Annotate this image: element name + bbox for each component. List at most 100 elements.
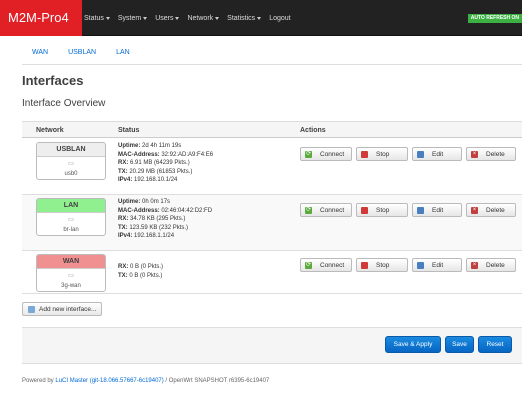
interface-badge[interactable]: WAN ▭ 3g-wan <box>36 254 106 292</box>
delete-button[interactable]: × Delete <box>466 258 516 272</box>
reset-button[interactable]: Reset <box>478 336 512 353</box>
stop-icon <box>361 261 368 269</box>
tab-usblan[interactable]: USBLAN <box>58 43 106 65</box>
status-line: IPv4: 192.168.10.1/24 <box>118 176 213 185</box>
menu-logout[interactable]: Logout <box>269 15 290 22</box>
status-line: RX: 6.91 MB (64239 Pkts.) <box>118 159 213 168</box>
connect-label: Connect <box>320 261 345 269</box>
interface-status: Uptime: 2d 4h 11m 19s MAC-Address: 32:92:… <box>118 142 213 185</box>
interface-device: br-lan <box>63 227 79 233</box>
delete-button[interactable]: × Delete <box>466 203 516 217</box>
chevron-down-icon <box>105 16 110 20</box>
connect-button[interactable]: ⟳ Connect <box>300 203 352 217</box>
delete-icon: × <box>471 150 478 158</box>
status-value: 123.59 KB (232 Pkts.) <box>129 224 189 231</box>
tab-wan[interactable]: WAN <box>22 43 58 65</box>
save-button[interactable]: Save <box>445 336 474 353</box>
status-line: IPv4: 192.168.1.1/24 <box>118 232 212 241</box>
status-value: 0 B (0 Pkts.) <box>130 264 164 270</box>
delete-icon: × <box>471 261 478 269</box>
interface-device: 3g-wan <box>61 283 81 289</box>
auto-refresh-badge[interactable]: AUTO REFRESH ON <box>467 14 522 23</box>
menu-status-label: Status <box>84 14 104 22</box>
brand-logo[interactable]: M2M-Pro4 <box>0 0 82 36</box>
interface-row-lan: LAN ▭ br-lan Uptime: 0h 0m 17s MAC-Addres… <box>22 195 522 251</box>
status-line: TX: 20.29 MB (61853 Pkts.) <box>118 168 213 177</box>
status-label: TX: <box>118 272 128 279</box>
status-value: 02:46:04:42:D2:FD <box>161 207 213 214</box>
edit-icon <box>417 206 424 214</box>
interface-row-usblan: USBLAN ▭ usb0 Uptime: 2d 4h 11m 19s MAC-A… <box>22 139 522 195</box>
status-value: 2d 4h 11m 19s <box>142 143 182 149</box>
interface-row-wan: WAN ▭ 3g-wan RX: 0 B (0 Pkts.) TX: 0 B (0… <box>22 251 522 294</box>
openwrt-version: / OpenWrt SNAPSHOT r6395-6c19407 <box>163 378 270 384</box>
powered-by-prefix: Powered by <box>22 378 56 384</box>
edit-label: Edit <box>432 206 444 214</box>
tab-lan[interactable]: LAN <box>106 43 140 65</box>
status-value: 32:92:AD:A9:F4:E6 <box>161 151 214 158</box>
status-label: RX: <box>118 160 129 166</box>
ethernet-port-icon: ▭ <box>68 161 74 167</box>
menu-system[interactable]: System <box>117 14 148 22</box>
status-value: 20.29 MB (61853 Pkts.) <box>129 168 193 175</box>
menu-users[interactable]: Users <box>155 14 180 22</box>
edit-label: Edit <box>432 261 444 269</box>
status-line: MAC-Address: 32:92:AD:A9:F4:E6 <box>118 151 213 160</box>
save-apply-button[interactable]: Save & Apply <box>385 336 441 353</box>
main-menu: Status System Users Network Statistics L… <box>84 0 299 36</box>
connect-label: Connect <box>320 206 345 214</box>
stop-button[interactable]: Stop <box>356 147 408 161</box>
interface-status: Uptime: 0h 0m 17s MAC-Address: 02:46:04:4… <box>118 198 212 241</box>
reconnect-icon: ⟳ <box>305 150 312 158</box>
stop-button[interactable]: Stop <box>356 203 408 217</box>
interface-actions: ⟳ Connect Stop Edit × Delete <box>300 147 520 161</box>
status-value: 192.168.1.1/24 <box>134 233 175 239</box>
status-line: MAC-Address: 02:46:04:42:D2:FD <box>118 207 212 216</box>
interface-name: LAN <box>37 199 105 213</box>
add-icon <box>28 305 35 313</box>
table-header: Network Status Actions <box>22 121 522 138</box>
menu-status[interactable]: Status <box>84 15 110 22</box>
stop-icon <box>361 150 368 158</box>
status-label: RX: <box>118 264 129 270</box>
edit-button[interactable]: Edit <box>412 147 462 161</box>
menu-network[interactable]: Network <box>187 15 220 22</box>
section-title: Interface Overview <box>22 98 106 109</box>
status-line: RX: 34.78 KB (295 Pkts.) <box>118 215 212 224</box>
status-line: Uptime: 2d 4h 11m 19s <box>118 142 213 151</box>
luci-version-link[interactable]: LuCI Master (git-18.066.57667-6c19407) <box>55 378 163 384</box>
edit-button[interactable]: Edit <box>412 203 462 217</box>
connect-button[interactable]: ⟳ Connect <box>300 258 352 272</box>
status-line: Uptime: 0h 0m 17s <box>118 198 212 207</box>
status-label: TX: <box>118 168 128 175</box>
stop-label: Stop <box>376 206 390 214</box>
stop-button[interactable]: Stop <box>356 258 408 272</box>
edit-icon <box>417 261 424 269</box>
menu-users-label: Users <box>155 14 174 22</box>
connect-label: Connect <box>320 150 345 158</box>
interface-tabs: WAN USBLAN LAN <box>22 43 140 65</box>
chevron-down-icon <box>257 16 262 20</box>
menu-statistics[interactable]: Statistics <box>227 15 262 22</box>
status-value: 0 B (0 Pkts.) <box>129 272 163 279</box>
reconnect-icon: ⟳ <box>305 261 312 269</box>
chevron-down-icon <box>175 16 180 20</box>
menu-system-label: System <box>117 14 142 22</box>
interface-device: usb0 <box>64 171 78 177</box>
stop-label: Stop <box>376 261 390 269</box>
delete-button[interactable]: × Delete <box>466 147 516 161</box>
interface-name: WAN <box>37 255 105 269</box>
connect-button[interactable]: ⟳ Connect <box>300 147 352 161</box>
top-navbar: M2M-Pro4 Status System Users Network Sta… <box>0 0 522 36</box>
chevron-down-icon <box>143 16 148 20</box>
status-label: MAC-Address: <box>118 151 160 158</box>
edit-button[interactable]: Edit <box>412 258 462 272</box>
status-value: 6.91 MB (64239 Pkts.) <box>130 160 190 166</box>
interface-badge[interactable]: USBLAN ▭ usb0 <box>36 142 106 180</box>
header-status: Status <box>118 127 140 134</box>
ethernet-port-icon: ▭ <box>68 217 74 223</box>
add-interface-button[interactable]: Add new interface... <box>22 302 103 316</box>
page-title: Interfaces <box>22 73 84 88</box>
interface-actions: ⟳ Connect Stop Edit × Delete <box>300 203 520 217</box>
interface-badge[interactable]: LAN ▭ br-lan <box>36 198 106 236</box>
